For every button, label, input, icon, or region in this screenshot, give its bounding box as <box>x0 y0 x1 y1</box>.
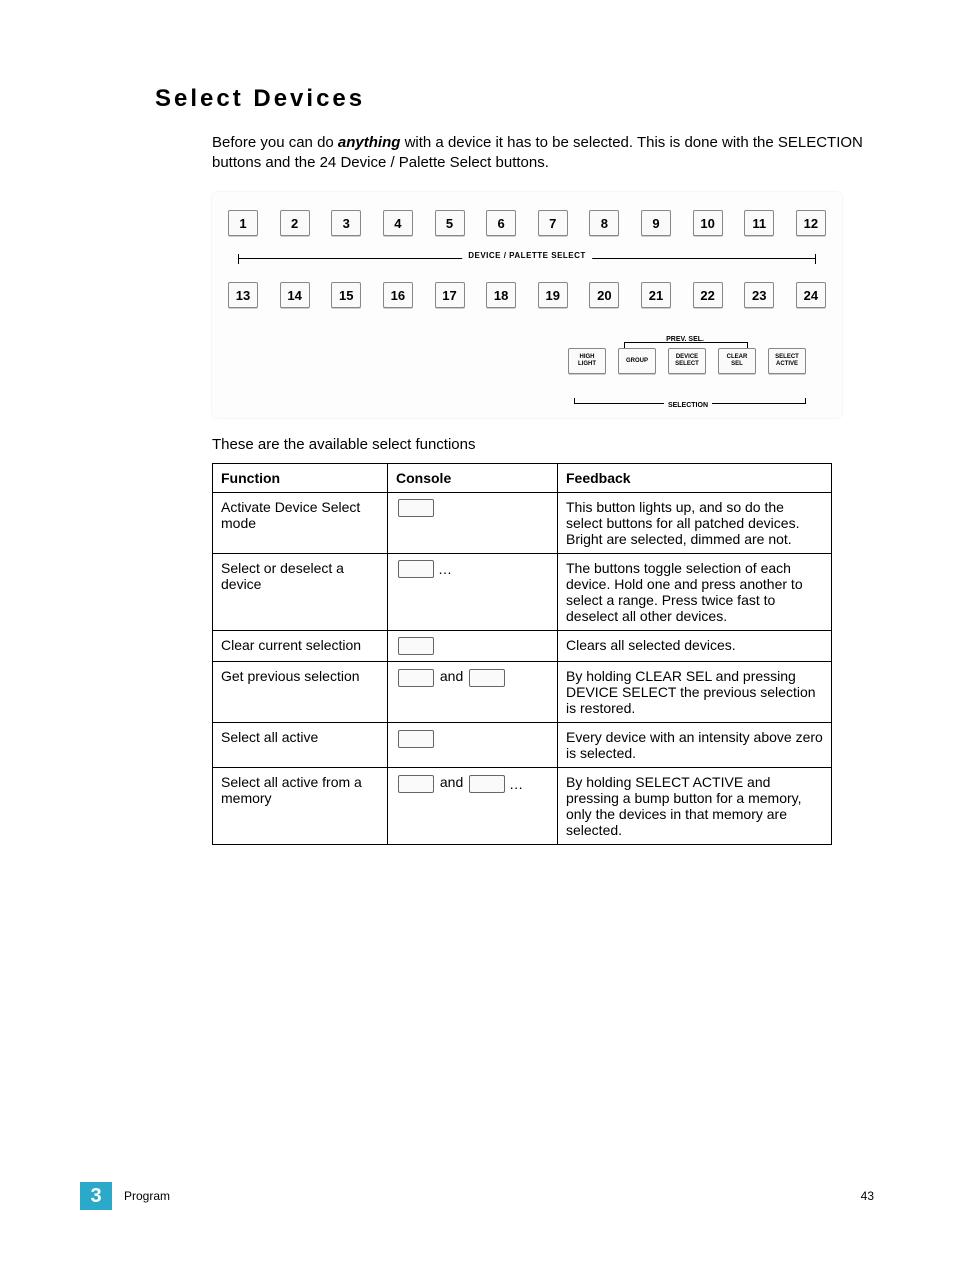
select-button-16[interactable]: 16 <box>383 282 413 308</box>
device-palette-bracket: DEVICE / PALETTE SELECT <box>232 242 822 276</box>
select-button-21[interactable]: 21 <box>641 282 671 308</box>
select-button-18[interactable]: 18 <box>486 282 516 308</box>
sel-key-clear-sel[interactable]: CLEARSEL <box>718 348 756 374</box>
select-panel: 123456789101112 DEVICE / PALETTE SELECT … <box>212 192 842 418</box>
cell-function: Select all active from a memory <box>213 768 388 845</box>
selection-label: SELECTION <box>664 402 712 409</box>
cell-console: and … <box>388 768 558 845</box>
select-button-14[interactable]: 14 <box>280 282 310 308</box>
select-button-8[interactable]: 8 <box>589 210 619 236</box>
select-button-12[interactable]: 12 <box>796 210 826 236</box>
cell-feedback: By holding SELECT ACTIVE and pressing a … <box>558 768 832 845</box>
select-button-6[interactable]: 6 <box>486 210 516 236</box>
ellipsis: … <box>438 561 452 577</box>
select-button-11[interactable]: 11 <box>744 210 774 236</box>
console-key-icon <box>398 499 434 517</box>
sel-key-device-select[interactable]: DEVICESELECT <box>668 348 706 374</box>
bracket-label: DEVICE / PALETTE SELECT <box>462 251 592 260</box>
button-row-2: 13 14 15 16 17 18 19 20 21 22 23 24 <box>224 282 830 308</box>
intro-emphasis: anything <box>338 134 401 151</box>
sel-key-group[interactable]: GROUP <box>618 348 656 374</box>
select-button-19[interactable]: 19 <box>538 282 568 308</box>
cell-function: Select or deselect a device <box>213 554 388 631</box>
console-key-icon <box>398 730 434 748</box>
console-key-icon <box>398 669 434 687</box>
select-button-23[interactable]: 23 <box>744 282 774 308</box>
table-row: Select all active Every device with an in… <box>213 723 832 768</box>
select-button-2[interactable]: 2 <box>280 210 310 236</box>
cell-feedback: This button lights up, and so do the sel… <box>558 493 832 554</box>
chapter-number: 3 <box>80 1182 112 1210</box>
console-key-icon <box>469 775 505 793</box>
table-row: Activate Device Select mode This button l… <box>213 493 832 554</box>
select-button-9[interactable]: 9 <box>641 210 671 236</box>
chapter-badge: 3 Program <box>80 1182 170 1210</box>
cell-function: Activate Device Select mode <box>213 493 388 554</box>
intro-text-before: Before you can do <box>212 134 338 151</box>
functions-table: Function Console Feedback Activate Devic… <box>212 463 832 845</box>
chapter-name: Program <box>124 1189 170 1203</box>
cell-console <box>388 723 558 768</box>
table-row: Get previous selection and By holding CL… <box>213 662 832 723</box>
page-number: 43 <box>861 1189 874 1203</box>
console-key-icon <box>469 669 505 687</box>
cell-console <box>388 631 558 662</box>
select-button-3[interactable]: 3 <box>331 210 361 236</box>
console-key-icon <box>398 637 434 655</box>
select-button-22[interactable]: 22 <box>693 282 723 308</box>
sel-key-high-light[interactable]: HIGHLIGHT <box>568 348 606 374</box>
table-row: Clear current selection Clears all select… <box>213 631 832 662</box>
cell-feedback: Clears all selected devices. <box>558 631 832 662</box>
button-row-1: 123456789101112 <box>224 210 830 236</box>
th-function: Function <box>213 464 388 493</box>
th-console: Console <box>388 464 558 493</box>
select-button-4[interactable]: 4 <box>383 210 413 236</box>
select-button-13[interactable]: 13 <box>228 282 258 308</box>
select-button-24[interactable]: 24 <box>796 282 826 308</box>
table-row: Select or deselect a device … The buttons … <box>213 554 832 631</box>
selection-key-row: HIGHLIGHT GROUP DEVICESELECT CLEARSEL SELECT… <box>224 348 830 374</box>
console-key-icon <box>398 560 434 578</box>
cell-feedback: The buttons toggle selection of each dev… <box>558 554 832 631</box>
sel-key-select-active[interactable]: SELECTACTIVE <box>768 348 806 374</box>
select-button-5[interactable]: 5 <box>435 210 465 236</box>
page-footer: 3 Program 43 <box>80 1182 874 1210</box>
intro-paragraph: Before you can do anything with a device… <box>212 133 874 172</box>
select-button-7[interactable]: 7 <box>538 210 568 236</box>
th-feedback: Feedback <box>558 464 832 493</box>
cell-console: … <box>388 554 558 631</box>
console-key-icon <box>398 775 434 793</box>
select-button-10[interactable]: 10 <box>693 210 723 236</box>
selection-area: PREV. SEL. HIGHLIGHTGROUPDEVICESELECTCLE… <box>224 348 830 408</box>
prev-sel-label: PREV. SEL. <box>666 336 704 343</box>
cell-function: Get previous selection <box>213 662 388 723</box>
cell-feedback: Every device with an intensity above zer… <box>558 723 832 768</box>
select-button-15[interactable]: 15 <box>331 282 361 308</box>
section-title: Select Devices <box>155 85 874 113</box>
cell-console <box>388 493 558 554</box>
subtext: These are the available select functions <box>212 436 874 453</box>
and-label: and <box>440 668 463 684</box>
table-row: Select all active from a memory and …By … <box>213 768 832 845</box>
cell-function: Clear current selection <box>213 631 388 662</box>
cell-console: and <box>388 662 558 723</box>
select-button-17[interactable]: 17 <box>435 282 465 308</box>
select-button-20[interactable]: 20 <box>589 282 619 308</box>
ellipsis: … <box>509 776 523 792</box>
cell-feedback: By holding CLEAR SEL and pressing DEVICE… <box>558 662 832 723</box>
select-button-1[interactable]: 1 <box>228 210 258 236</box>
cell-function: Select all active <box>213 723 388 768</box>
and-label: and <box>440 774 463 790</box>
